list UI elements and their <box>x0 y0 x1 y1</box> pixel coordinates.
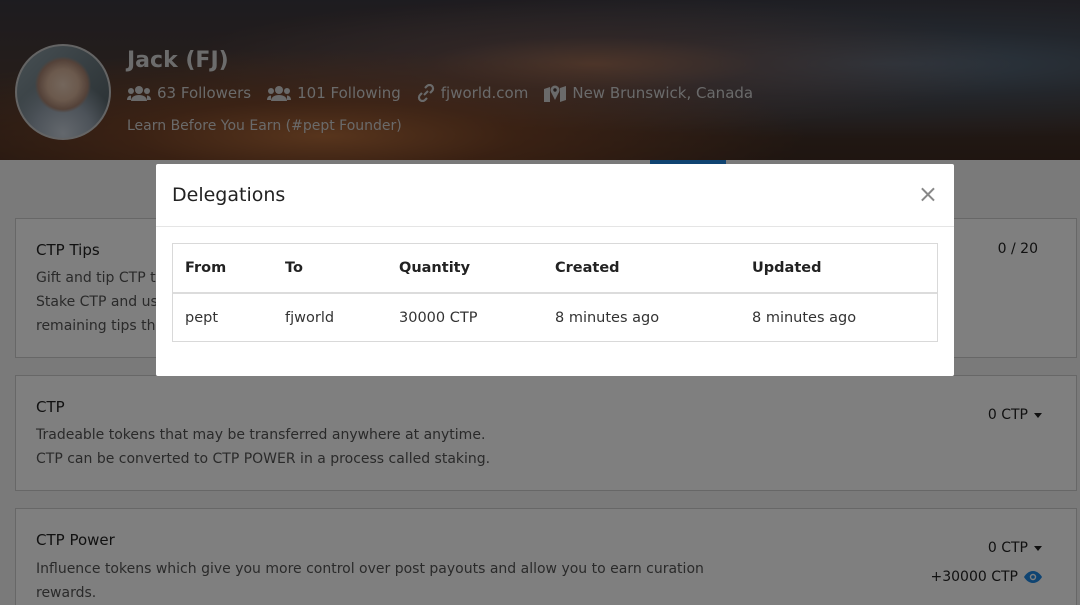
column-header-to: To <box>273 244 387 294</box>
modal-header: Delegations × <box>156 164 954 227</box>
delegations-modal: Delegations × From To Quantity Created U… <box>156 164 954 376</box>
column-header-updated: Updated <box>740 244 937 294</box>
close-button[interactable]: × <box>918 182 938 206</box>
cell-quantity: 30000 CTP <box>399 309 478 326</box>
column-header-created: Created <box>543 244 740 294</box>
column-header-quantity: Quantity <box>387 244 543 294</box>
cell-from: pept <box>185 309 219 326</box>
table-header-row: From To Quantity Created Updated <box>173 244 937 294</box>
column-header-from: From <box>173 244 273 294</box>
table-row: pept fjworld 30000 CTP 8 minutes ago 8 m… <box>173 293 937 341</box>
cell-created: 8 minutes ago <box>555 309 660 326</box>
delegations-table: From To Quantity Created Updated pept fj… <box>172 243 938 342</box>
modal-title: Delegations <box>172 184 286 206</box>
cell-updated: 8 minutes ago <box>752 309 857 326</box>
cell-to: fjworld <box>285 309 335 326</box>
